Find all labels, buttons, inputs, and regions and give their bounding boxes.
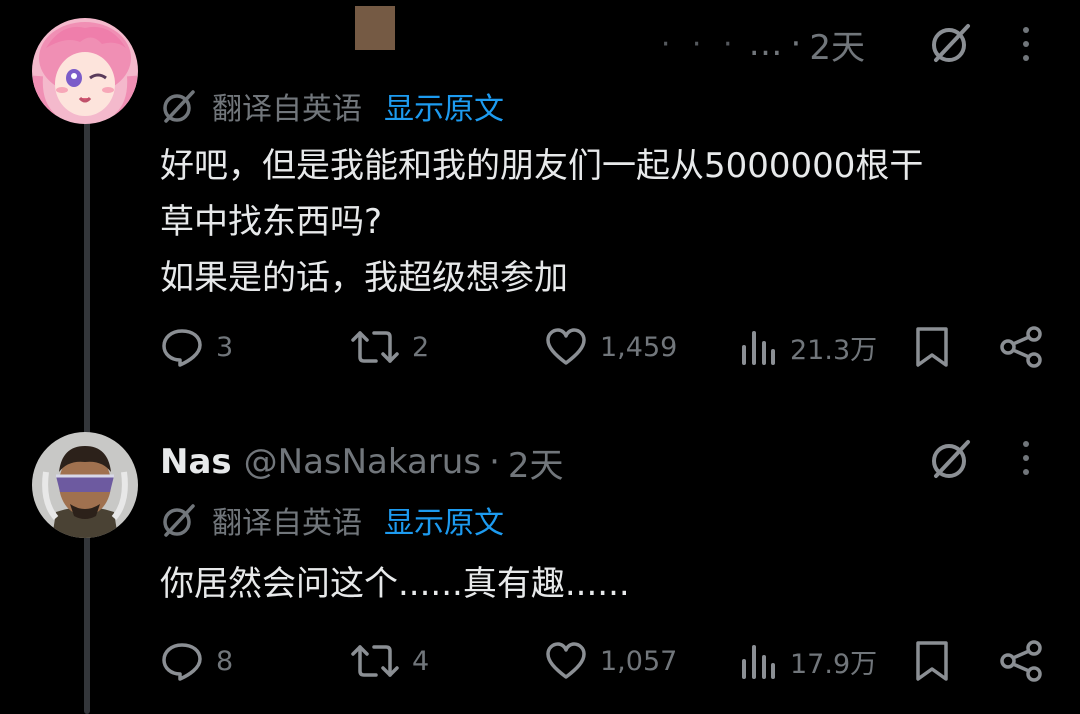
tweet-text-line: 你居然会问这个......真有趣...... [160,564,630,604]
like-count: 1,057 [600,645,678,677]
share-icon [1000,326,1042,368]
translate-icon [163,90,195,123]
views-count: 21.3万 [790,334,878,366]
reply-icon [162,329,202,367]
show-original-link[interactable]: 显示原文 [384,84,504,128]
translated-from-label: 翻译自英语 [212,506,362,541]
translation-row: 翻译自英语 显示原文 [160,498,504,542]
share-button[interactable] [998,322,1056,372]
tweet-handle[interactable]: … [749,24,783,64]
bookmark-icon [916,641,948,681]
action-bar: 3 2 1,459 21.3万 [0,322,1080,372]
retweet-button[interactable]: 2 [350,322,429,372]
more-vertical-icon[interactable] [1016,438,1036,478]
views-icon [742,331,775,365]
reply-button[interactable]: 8 [160,636,233,686]
tweet-time[interactable]: 2天 [508,438,564,487]
avatar[interactable] [32,18,138,124]
like-count: 1,459 [600,331,678,363]
tweet-body: 你居然会问这个......真有趣...... [160,556,1040,612]
tweet-header: Nas @NasNakarus · 2天 [160,438,1020,486]
translated-from-label: 翻译自英语 [212,92,362,127]
reply-icon [162,643,202,681]
heart-icon [546,642,586,679]
tweet[interactable]: Nas @NasNakarus · 2天 翻译自英语 显示原文 你居然会问这个.… [0,410,1080,714]
bookmark-icon [916,327,948,367]
show-original-link[interactable]: 显示原文 [384,498,504,542]
tweet-body: 好吧，但是我能和我的朋友们一起从5000000根干 草中找东西吗? 如果是的话，… [160,138,1040,306]
thread-page: · · · … · 2天 翻译自英语 显示原文 好吧，但是我能和我的朋友们一起从… [0,0,1080,714]
grok-icon[interactable] [928,436,974,482]
tweet-text-line: 好吧，但是我能和我的朋友们一起从5000000根干 [160,146,924,186]
like-button[interactable]: 1,057 [544,636,677,686]
bookmark-button[interactable] [912,322,964,372]
tweet-header: · · · … · 2天 [160,20,865,68]
action-bar: 8 4 1,057 17.9万 [0,636,1080,686]
grok-icon[interactable] [928,20,974,66]
tweet-handle[interactable]: @NasNakarus [244,442,481,482]
views-count: 17.9万 [790,648,878,680]
reply-count: 8 [216,645,234,677]
avatar[interactable] [32,432,138,538]
share-button[interactable] [998,636,1056,686]
separator-dot: · [489,442,500,482]
blurred-name: · · · [660,26,739,62]
bookmark-button[interactable] [912,636,964,686]
heart-icon [546,328,586,365]
tweet-time[interactable]: 2天 [809,20,865,69]
separator-dot: · [790,24,802,64]
more-vertical-icon[interactable] [1016,24,1036,64]
translation-row: 翻译自英语 显示原文 [160,84,504,128]
retweet-count: 4 [412,645,430,677]
like-button[interactable]: 1,459 [544,322,677,372]
share-icon [1000,640,1042,682]
retweet-button[interactable]: 4 [350,636,429,686]
tweet-text-line: 草中找东西吗? [160,202,383,242]
tweet[interactable]: · · · … · 2天 翻译自英语 显示原文 好吧，但是我能和我的朋友们一起从… [0,0,1080,400]
retweet-icon [351,331,399,363]
display-name[interactable]: Nas [160,442,232,482]
views-button[interactable]: 17.9万 [738,636,877,686]
views-icon [742,645,775,679]
reply-button[interactable]: 3 [160,322,233,372]
views-button[interactable]: 21.3万 [738,322,877,372]
translate-icon [163,504,195,537]
tweet-text-line: 如果是的话，我超级想参加 [160,258,568,298]
reply-count: 3 [216,331,234,363]
retweet-count: 2 [412,331,430,363]
retweet-icon [351,645,399,677]
